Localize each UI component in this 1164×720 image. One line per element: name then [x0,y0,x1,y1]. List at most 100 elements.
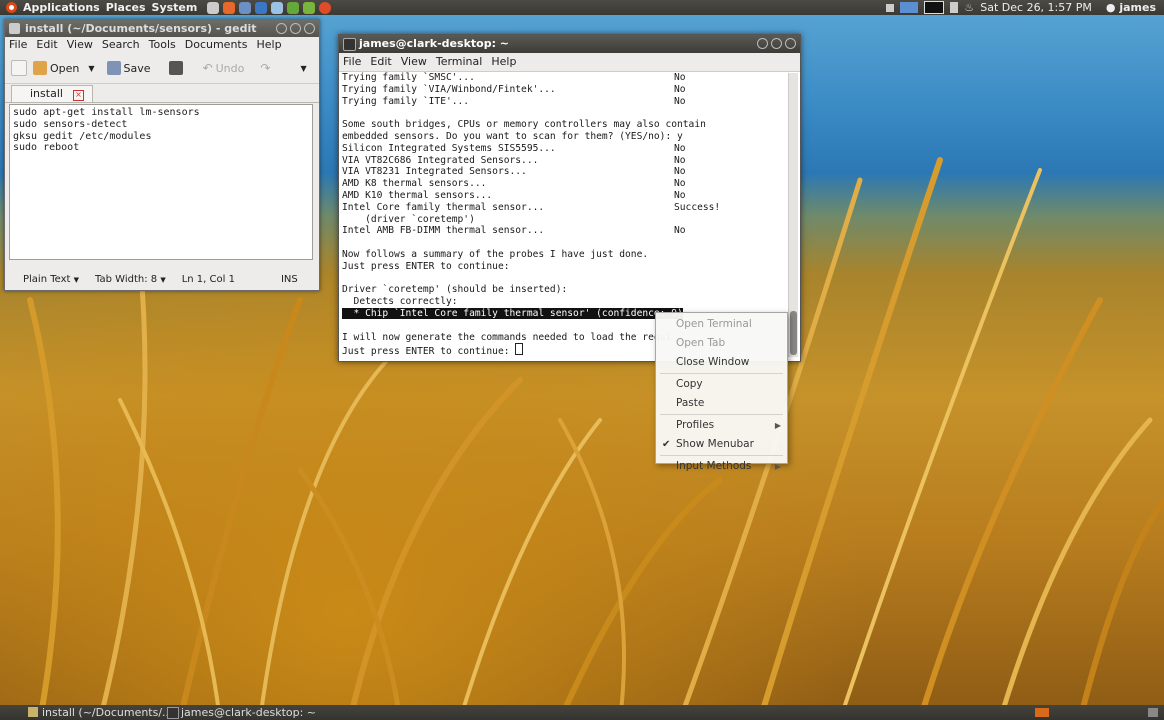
menu-applications[interactable]: Applications [23,1,100,14]
menu-view[interactable]: View [67,37,93,53]
terminal-line: (driver `coretemp') [342,214,785,226]
firefox-launcher-icon[interactable] [223,1,236,14]
minimize-button[interactable] [276,23,287,34]
empathy-launcher-icon[interactable] [271,1,284,14]
maximize-button[interactable] [290,23,301,34]
taskbar-item-terminal[interactable]: james@clark-desktop: ~ [165,705,321,720]
context-menu-label: Show Menubar [676,438,754,450]
submenu-arrow-icon: ▶ [774,462,781,471]
terminal-line-text: (driver `coretemp') [342,213,475,225]
menu-terminal[interactable]: Terminal [436,53,483,71]
workspace-switcher-icon[interactable] [1035,708,1049,717]
menu-places[interactable]: Places [106,1,146,14]
menu-search[interactable]: Search [102,37,140,53]
context-menu-label: Open Tab [676,337,726,349]
menu-file[interactable]: File [343,53,361,71]
chevron-down-icon[interactable]: ▼ [88,64,94,73]
scrollbar-thumb[interactable] [790,311,797,355]
open-button[interactable]: Open ▼ [33,61,95,75]
network-icon[interactable] [886,3,895,12]
context-menu-item-paste[interactable]: Paste [656,394,787,413]
minimize-button[interactable] [757,38,768,49]
terminal-line-result: No [674,83,686,95]
text-editor[interactable]: sudo apt-get install lm-sensors sudo sen… [9,104,313,260]
tab-install[interactable]: install × [11,85,93,102]
terminal-cursor [515,343,524,356]
taskbar-item-gedit[interactable]: install (~/Documents/... [26,705,173,720]
menu-help[interactable]: Help [256,37,281,53]
insert-mode: INS [280,273,298,285]
evolution-launcher-icon[interactable] [239,1,252,14]
terminal-line: AMD K8 thermal sensors... No [342,178,785,190]
user-menu[interactable]: ● james [1106,1,1156,14]
gedit-titlebar[interactable]: install (~/Documents/sensors) - gedit [5,20,319,37]
close-button[interactable] [304,23,315,34]
tab-label: install [30,87,63,100]
tab-width-label: Tab Width: 8 [95,273,158,285]
close-button[interactable] [785,38,796,49]
new-document-icon[interactable] [11,60,27,76]
app-launcher-icon[interactable] [287,1,300,14]
tab-close-icon[interactable]: × [72,90,84,101]
help-launcher-icon[interactable] [255,1,268,14]
undo-button[interactable]: ↶ Undo [203,61,245,75]
terminal-scrollbar[interactable] [788,73,798,357]
volume-icon[interactable]: ♨ [964,1,974,14]
open-label: Open [50,61,80,75]
language-label: Plain Text [23,273,71,285]
submenu-arrow-icon: ▶ [774,421,781,430]
redo-icon[interactable]: ↷ [260,61,270,75]
context-menu-item-profiles[interactable]: Profiles ▶ [656,416,787,435]
terminal-line-text: AMD K10 thermal sensors... [342,189,493,201]
terminal-line-text: embedded sensors. Do you want to scan fo… [342,130,683,142]
terminal-line: Driver `coretemp' (should be inserted): [342,284,785,296]
save-button[interactable]: Save [106,61,151,75]
save-label: Save [123,61,151,75]
terminal-line-text: Detects correctly: [342,296,458,308]
trash-icon[interactable] [1148,708,1158,717]
terminal-task-icon [167,707,179,719]
terminal-line-text: Now follows a summary of the probes I ha… [342,248,649,260]
workspace-icon[interactable] [900,2,919,13]
terminal-line-result: No [674,225,686,237]
menu-file[interactable]: File [9,37,27,53]
context-menu-label: Input Methods [676,460,752,472]
clock[interactable]: Sat Dec 26, 1:57 PM [980,1,1092,14]
context-menu-item-copy[interactable]: Copy [656,375,787,394]
context-menu-item-input-methods[interactable]: Input Methods ▶ [656,457,787,476]
menu-separator [660,373,783,374]
menu-view[interactable]: View [401,53,427,71]
context-menu-item-close-window[interactable]: Close Window [656,353,787,372]
menu-tools[interactable]: Tools [149,37,176,53]
menu-edit[interactable]: Edit [370,53,391,71]
menu-help[interactable]: Help [491,53,516,71]
text-editor-launcher-icon[interactable] [207,1,220,14]
menu-edit[interactable]: Edit [36,37,57,53]
maximize-button[interactable] [771,38,782,49]
context-menu-item-show-menubar[interactable]: Show Menubar ✔ [656,435,787,454]
chrome-launcher-icon[interactable] [319,1,332,14]
menu-separator [660,414,783,415]
gedit-toolbar: Open ▼ Save ↶ Undo ↷ ▼ [5,53,319,84]
gedit-app-icon [9,23,20,34]
menu-documents[interactable]: Documents [185,37,248,53]
terminal-titlebar[interactable]: james@clark-desktop: ~ [339,35,800,53]
top-panel: Applications Places System ♨ Sat Dec 26,… [0,0,1164,15]
ubuntu-logo-icon[interactable] [6,2,17,13]
monitor-icon[interactable] [924,1,945,14]
context-menu-label: Close Window [676,356,750,368]
bottom-panel: install (~/Documents/... james@clark-des… [0,705,1164,720]
pidgin-launcher-icon[interactable] [303,1,316,14]
tab-width-selector[interactable]: Tab Width: 8 ▼ [87,274,174,285]
terminal-line-text: Just press ENTER to continue: [342,260,510,272]
battery-icon[interactable] [950,2,959,13]
context-menu-item-open-tab: Open Tab [656,334,787,353]
gedit-menubar: File Edit View Search Tools Documents He… [5,37,319,53]
terminal-line-text: Trying family `VIA/Winbond/Fintek'... [342,83,556,95]
print-icon[interactable] [168,61,183,75]
toolbar-overflow-icon[interactable]: ▼ [300,64,306,73]
terminal-line-result: No [674,166,686,178]
menu-system[interactable]: System [152,1,198,14]
language-selector[interactable]: Plain Text ▼ [15,274,87,285]
